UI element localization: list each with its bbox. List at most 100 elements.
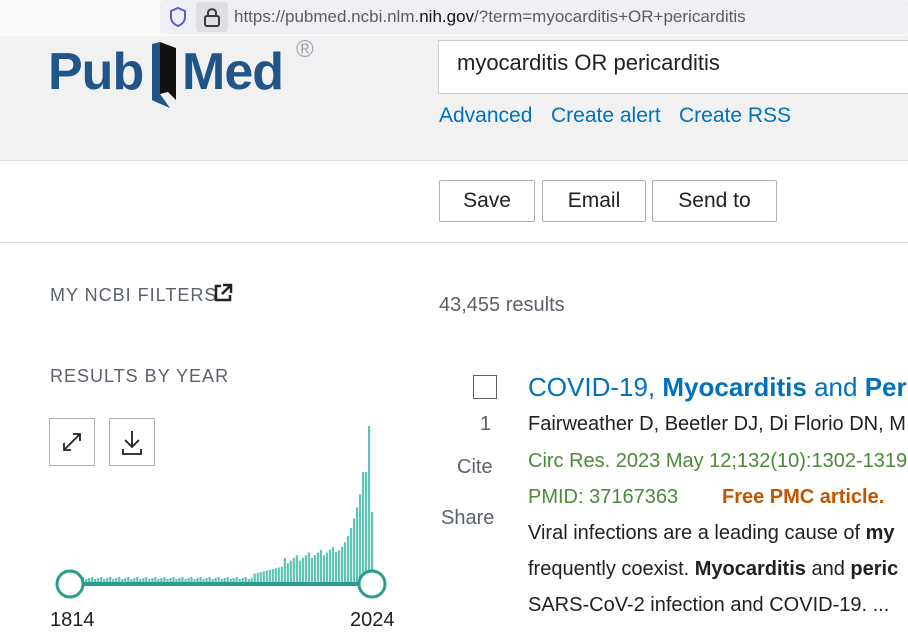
start-year-label: 1814 <box>50 609 95 631</box>
result-title-link[interactable]: COVID-19, Myocarditis and Per <box>528 372 907 403</box>
divider <box>0 242 908 243</box>
pubmed-bookmark-logo-icon[interactable] <box>148 42 182 108</box>
histogram-bar <box>166 579 169 582</box>
histogram-bar <box>103 579 106 582</box>
start-year-handle[interactable] <box>55 569 85 599</box>
histogram-bar <box>235 577 238 582</box>
save-button[interactable]: Save <box>439 180 535 222</box>
histogram-bar <box>250 578 253 582</box>
histogram-bar <box>112 579 115 582</box>
pubmed-logo-pub[interactable]: Pub <box>48 42 144 102</box>
histogram-bar <box>208 577 211 582</box>
histogram-bar <box>286 563 289 582</box>
histogram-bar <box>331 547 335 582</box>
search-input-value[interactable]: myocarditis OR pericarditis <box>457 50 720 76</box>
histogram-bar <box>178 578 181 582</box>
result-checkbox[interactable] <box>473 375 497 399</box>
result-pmid: PMID: 37167363 <box>528 486 679 508</box>
histogram-bar <box>211 579 214 582</box>
histogram-bar <box>355 507 359 582</box>
histogram-bar <box>340 547 344 582</box>
result-snippet-line2: frequently coexist. Myocarditis and peri… <box>528 558 899 580</box>
external-link-icon[interactable] <box>213 283 233 303</box>
histogram-bar <box>214 578 217 582</box>
histogram-bar <box>292 557 295 582</box>
lock-icon <box>204 8 220 27</box>
results-by-year-histogram[interactable] <box>48 420 398 605</box>
my-ncbi-filters-title[interactable]: MY NCBI FILTERS <box>50 285 217 306</box>
histogram-bar <box>121 579 124 582</box>
histogram-bar <box>256 572 259 582</box>
histogram-bar <box>217 577 220 582</box>
histogram-bar <box>289 560 292 582</box>
send-to-button[interactable]: Send to <box>652 180 777 222</box>
cite-button[interactable]: Cite <box>457 456 493 479</box>
end-year-label: 2024 <box>350 609 395 631</box>
histogram-bar <box>139 579 142 582</box>
create-rss-link[interactable]: Create RSS <box>679 104 791 128</box>
histogram-bar <box>310 557 314 582</box>
histogram-bar <box>319 549 323 582</box>
histogram-bar <box>352 518 356 582</box>
histogram-bar <box>328 549 332 582</box>
histogram-bar <box>283 557 286 582</box>
histogram-bar <box>361 472 365 582</box>
histogram-bar <box>325 552 329 582</box>
histogram-bar <box>160 578 163 582</box>
url-text[interactable]: https://pubmed.ncbi.nlm.nih.gov/?term=my… <box>234 7 746 27</box>
histogram-bar <box>142 578 145 582</box>
shield-icon[interactable] <box>168 6 188 28</box>
histogram-bar <box>91 577 94 582</box>
advanced-search-link[interactable]: Advanced <box>439 104 532 128</box>
histogram-bar <box>277 567 280 582</box>
histogram-bar <box>343 542 347 582</box>
histogram-bar <box>301 557 304 582</box>
histogram-bar <box>265 570 268 582</box>
histogram-bar <box>247 579 250 582</box>
histogram-bar <box>226 577 229 582</box>
histogram-bar <box>184 579 187 582</box>
histogram-bar <box>97 578 100 582</box>
histogram-bar <box>334 551 338 582</box>
histogram-bar <box>220 579 223 582</box>
histogram-bar <box>223 578 226 582</box>
histogram-bar <box>349 528 353 582</box>
histogram-bar <box>100 577 103 582</box>
histogram-bar <box>118 577 121 582</box>
histogram-bar <box>307 552 310 582</box>
histogram-bar <box>148 579 151 582</box>
histogram-bar <box>364 472 368 582</box>
histogram-bar <box>85 579 88 582</box>
histogram-bar <box>313 555 317 582</box>
histogram-bar <box>187 578 190 582</box>
histogram-bar <box>262 571 265 582</box>
histogram-bar <box>244 577 247 582</box>
histogram-bar <box>124 578 127 582</box>
result-snippet-line1: Viral infections are a leading cause of … <box>528 522 895 544</box>
histogram-bar <box>133 578 136 582</box>
result-citation: Circ Res. 2023 May 12;132(10):1302-1319 <box>528 450 908 472</box>
result-snippet-line3: SARS-CoV-2 infection and COVID-19. ... <box>528 594 890 616</box>
histogram-bar <box>295 555 298 582</box>
histogram-bar <box>172 577 175 582</box>
histogram-bar <box>163 577 166 582</box>
histogram-bar <box>157 579 160 582</box>
email-button[interactable]: Email <box>542 180 646 222</box>
histogram-bar <box>154 577 157 582</box>
share-button[interactable]: Share <box>441 507 494 530</box>
histogram-bar <box>127 577 130 582</box>
end-year-handle[interactable] <box>357 569 387 599</box>
histogram-bar <box>151 578 154 582</box>
histogram-bar <box>268 569 271 582</box>
histogram-bar <box>109 577 112 582</box>
histogram-bar <box>316 552 320 582</box>
create-alert-link[interactable]: Create alert <box>551 104 661 128</box>
histogram-bar <box>181 577 184 582</box>
histogram-bar <box>259 572 262 582</box>
histogram-bar <box>202 579 205 582</box>
histogram-bar <box>115 578 118 582</box>
pubmed-logo-med[interactable]: Med <box>182 42 284 102</box>
histogram-bar <box>196 578 199 582</box>
results-count: 43,455 results <box>439 294 565 316</box>
histogram-bar <box>337 550 341 582</box>
